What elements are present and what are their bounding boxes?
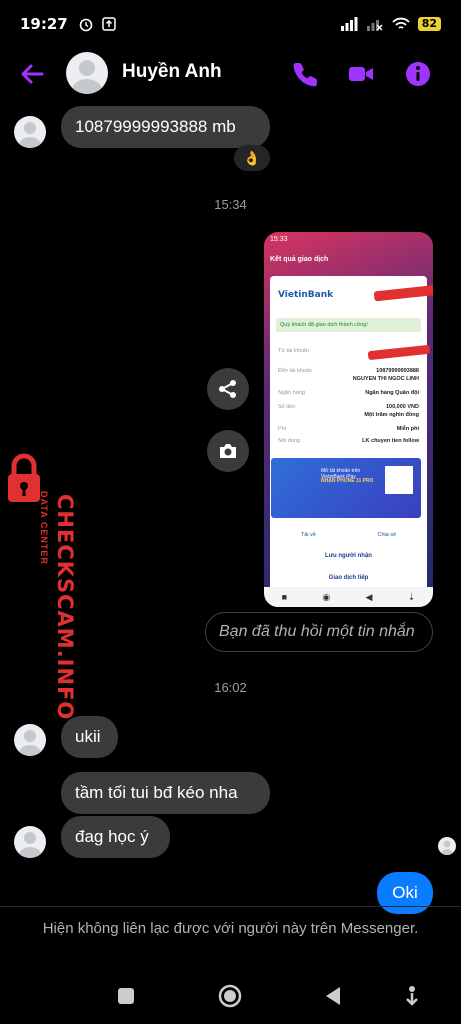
transaction-row: Số tiền 100,000 VND <box>278 404 419 410</box>
status-bar: 19:27 82 <box>0 0 461 48</box>
status-time: 19:27 <box>20 15 68 33</box>
camera-button[interactable] <box>207 430 249 472</box>
attachment-title: Kết quả giao dịch <box>270 256 329 263</box>
battery-indicator: 82 <box>417 17 441 31</box>
system-nav-bar <box>0 966 461 1024</box>
contact-avatar-small[interactable] <box>14 826 46 858</box>
watermark-subtitle: DATA CENTER <box>39 491 49 565</box>
message-reaction[interactable]: 👌 <box>234 145 270 171</box>
contact-name[interactable]: Huyền Anh <box>122 61 222 83</box>
keyboard-down-icon[interactable] <box>400 984 424 1008</box>
upload-icon <box>102 17 116 31</box>
transaction-row: Nội dung LK chuyen tien follow <box>278 438 419 444</box>
home-circle-icon[interactable] <box>218 984 242 1008</box>
share-button[interactable] <box>207 368 249 410</box>
camera-icon <box>220 444 236 458</box>
save-recipient-button: Lưu người nhận <box>274 548 423 564</box>
share-label: Chia sẻ <box>377 532 397 538</box>
message-text: ukii <box>75 727 101 746</box>
square-icon: ■ <box>281 592 288 602</box>
transaction-row: Đến tài khoản 10879999993888 <box>278 368 419 374</box>
padlock-icon <box>8 453 40 502</box>
attachment-nav-bar: ■ ◉ ◀ ⇣ <box>264 587 433 607</box>
image-attachment[interactable]: 15:33 Kết quả giao dịch VietinBank Quý k… <box>264 232 433 607</box>
circle-icon: ◉ <box>322 591 331 602</box>
back-triangle-icon[interactable] <box>322 984 346 1008</box>
transaction-row: Từ tài khoản <box>278 348 309 354</box>
unsent-message-notice: Bạn đã thu hồi một tin nhắn <box>205 612 433 652</box>
watermark: DATA CENTER CHECKSCAM.INFO <box>0 452 77 720</box>
message-bubble-incoming[interactable]: 10879999993888 mb <box>61 106 270 148</box>
contact-avatar-small[interactable] <box>14 724 46 756</box>
message-bubble-incoming[interactable]: đag học ý <box>61 816 170 858</box>
share-icon <box>219 380 236 398</box>
continue-button: Giao dịch tiếp <box>274 570 423 586</box>
success-message: Quý khách đã giao dịch thành công! <box>276 318 421 332</box>
phone-call-icon[interactable] <box>292 60 320 88</box>
recents-square-icon[interactable] <box>114 984 138 1008</box>
info-icon[interactable] <box>404 60 432 88</box>
back-arrow-icon[interactable] <box>18 60 46 88</box>
timestamp: 15:34 <box>214 197 247 212</box>
alarm-icon <box>79 18 93 32</box>
message-text: 10879999993888 mb <box>75 117 236 136</box>
ok-hand-icon: 👌 <box>243 149 261 166</box>
timestamp: 16:02 <box>214 680 247 695</box>
unavailable-notice: Hiện không liên lạc được với người này t… <box>0 906 461 966</box>
signal-icon <box>340 17 358 31</box>
down-icon: ⇣ <box>407 591 416 602</box>
contact-avatar[interactable] <box>66 52 108 94</box>
message-text: Oki <box>392 883 418 902</box>
transaction-row: Phí Miễn phí <box>278 426 419 432</box>
message-bubble-incoming[interactable]: ukii <box>61 716 118 758</box>
download-label: Tải về <box>300 532 316 538</box>
message-text: tầm tối tui bđ kéo nha <box>75 783 238 802</box>
video-call-icon[interactable] <box>347 60 375 88</box>
redaction-mark <box>373 284 433 302</box>
bank-logo: VietinBank <box>278 290 334 300</box>
transaction-row: Một trăm nghìn đồng <box>364 412 419 418</box>
seen-indicator-avatar <box>438 837 456 855</box>
wifi-icon <box>392 17 410 29</box>
signal-off-icon <box>366 20 383 31</box>
qr-code <box>385 466 413 494</box>
back-triangle-icon: ◀ <box>365 591 373 602</box>
attachment-actions: Tải về Chia sẻ <box>270 524 427 546</box>
transaction-row: NGUYEN THI NGOC LINH <box>352 376 419 382</box>
message-bubble-incoming[interactable]: tầm tối tui bđ kéo nha <box>61 772 270 814</box>
promo-banner: Mở tài khoản trên VietinBank iPay NHẬN P… <box>271 458 421 518</box>
transaction-row: Ngân hàng Ngân hàng Quân đội <box>278 390 419 396</box>
contact-avatar-small[interactable] <box>14 116 46 148</box>
message-text: đag học ý <box>75 827 149 846</box>
attachment-status-bar: 15:33 <box>270 236 288 243</box>
conversation-header: Huyền Anh <box>0 48 461 100</box>
